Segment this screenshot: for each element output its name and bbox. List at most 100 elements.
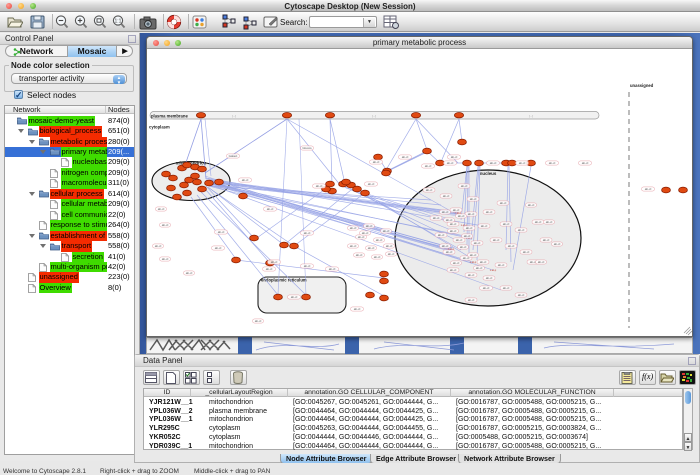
svg-text:ab-cl: ab-cl — [215, 246, 222, 250]
svg-text:ab-cl: ab-cl — [433, 216, 440, 220]
svg-text:ab-cl: ab-cl — [271, 260, 278, 264]
svg-text:ab-cl: ab-cl — [503, 222, 510, 226]
svg-text:ab-cl: ab-cl — [162, 257, 169, 261]
svg-text:ab-cl: ab-cl — [162, 223, 169, 227]
svg-text:ab-cl: ab-cl — [402, 155, 409, 159]
svg-text:ab-cl: ab-cl — [461, 184, 468, 188]
svg-text:ab-cl: ab-cl — [480, 260, 487, 264]
svg-text:ab-cl: ab-cl — [329, 267, 336, 271]
svg-text:ab-cl: ab-cl — [468, 298, 475, 302]
svg-text:ab-cl: ab-cl — [158, 207, 165, 211]
svg-text:ab-cl: ab-cl — [523, 250, 530, 254]
svg-text:ab-cl: ab-cl — [519, 161, 526, 165]
svg-text:ab-cl: ab-cl — [267, 207, 274, 211]
svg-text:ab-cl: ab-cl — [266, 267, 273, 271]
svg-text:ab-cl: ab-cl — [554, 242, 561, 246]
svg-text:unassigned: unassigned — [630, 83, 654, 88]
svg-text:ab-cl: ab-cl — [468, 212, 475, 216]
svg-text:[...]: [...] — [232, 114, 236, 118]
svg-text:ab-cl: ab-cl — [470, 253, 477, 257]
svg-text:ab-cl: ab-cl — [543, 238, 550, 242]
svg-text:ab-cl: ab-cl — [155, 244, 162, 248]
svg-text:ab-cl: ab-cl — [503, 286, 510, 290]
svg-text:ab-cl: ab-cl — [456, 238, 463, 242]
svg-text:ab-cl: ab-cl — [549, 161, 556, 165]
svg-text:ab-cl: ab-cl — [486, 276, 493, 280]
svg-text:ab-cl: ab-cl — [458, 214, 465, 218]
svg-text:ab-cl: ab-cl — [368, 246, 375, 250]
svg-text:plasma membrane: plasma membrane — [151, 114, 188, 119]
svg-text:ab-cl: ab-cl — [442, 210, 449, 214]
svg-text:ab-cl: ab-cl — [486, 210, 493, 214]
svg-text:ab-cl: ab-cl — [466, 226, 473, 230]
svg-text:ab-cl: ab-cl — [498, 263, 505, 267]
svg-text:ab-cl: ab-cl — [450, 229, 457, 233]
svg-text:Glucos: Glucos — [302, 146, 312, 150]
svg-text:ab-cl: ab-cl — [493, 238, 500, 242]
svg-text:ab-cl: ab-cl — [453, 208, 460, 212]
svg-text:ab-cl: ab-cl — [358, 235, 365, 239]
svg-text:ab-cl: ab-cl — [350, 244, 357, 248]
svg-text:ab-cl: ab-cl — [518, 293, 525, 297]
svg-text:ab-cl: ab-cl — [242, 178, 249, 182]
svg-text:Galact: Galact — [229, 154, 238, 158]
svg-text:x-al-p: x-al-p — [470, 260, 477, 264]
svg-text:ab-cl: ab-cl — [218, 230, 225, 234]
svg-text:ab-cl: ab-cl — [535, 220, 542, 224]
svg-text:ab-cl: ab-cl — [500, 201, 507, 205]
svg-text:ab-cl: ab-cl — [481, 224, 488, 228]
svg-text:ab-cl: ab-cl — [447, 161, 454, 165]
svg-text:ab-cl: ab-cl — [453, 261, 460, 265]
svg-text:ab-cl: ab-cl — [460, 245, 467, 249]
svg-text:ab-cl: ab-cl — [508, 244, 515, 248]
svg-text:ab-cl: ab-cl — [451, 155, 458, 159]
svg-text:ab-cl: ab-cl — [356, 253, 363, 257]
svg-text:ab-cl: ab-cl — [376, 238, 383, 242]
svg-text:ab-cl: ab-cl — [374, 255, 381, 259]
svg-text:ab-cl: ab-cl — [450, 268, 457, 272]
svg-text:ab-cl: ab-cl — [316, 184, 323, 188]
svg-text:ab-cl: ab-cl — [426, 188, 433, 192]
svg-text:x-al-p: x-al-p — [490, 268, 497, 272]
svg-text:endoplasmic reticulum: endoplasmic reticulum — [261, 278, 307, 283]
svg-text:nucleus: nucleus — [480, 171, 497, 176]
svg-text:ab-cl: ab-cl — [582, 161, 589, 165]
svg-text:ab-cl: ab-cl — [386, 244, 393, 248]
svg-text:ab-cl: ab-cl — [470, 197, 477, 201]
svg-text:ab-cl: ab-cl — [546, 220, 553, 224]
svg-text:[...]: [...] — [372, 114, 376, 118]
svg-text:ab-cl: ab-cl — [388, 252, 395, 256]
svg-text:ab-cl: ab-cl — [291, 295, 298, 299]
svg-text:ab-cl: ab-cl — [446, 250, 453, 254]
svg-text:ab-cl: ab-cl — [186, 271, 193, 275]
svg-text:ab-cl: ab-cl — [366, 224, 373, 228]
svg-text:ab-cl: ab-cl — [450, 222, 457, 226]
svg-text:ab-cl: ab-cl — [483, 286, 490, 290]
svg-text:ab-cl: ab-cl — [304, 231, 311, 235]
svg-text:ab-cl: ab-cl — [464, 234, 471, 238]
svg-text:[...]: [...] — [529, 114, 533, 118]
svg-text:ab-cl: ab-cl — [468, 273, 475, 277]
svg-text:ab-cl: ab-cl — [373, 160, 380, 164]
svg-text:ab-cl: ab-cl — [490, 161, 497, 165]
svg-text:ab-cl: ab-cl — [538, 260, 545, 264]
svg-text:ab-cl: ab-cl — [645, 187, 652, 191]
svg-text:ab-cl: ab-cl — [438, 233, 445, 237]
svg-text:ab-cl: ab-cl — [368, 182, 375, 186]
svg-text:ab-cl: ab-cl — [350, 226, 357, 230]
svg-text:ab-cl: ab-cl — [474, 241, 481, 245]
svg-text:1:1: 1:1 — [115, 19, 122, 25]
svg-text:ab-cl: ab-cl — [425, 164, 432, 168]
svg-text:ab-cl: ab-cl — [443, 194, 450, 198]
svg-text:cytoplasm: cytoplasm — [149, 125, 170, 130]
svg-text:ab-cl: ab-cl — [354, 307, 361, 311]
svg-text:ab-cl: ab-cl — [304, 264, 311, 268]
svg-text:ab-cl: ab-cl — [476, 266, 483, 270]
svg-text:ab-cl: ab-cl — [255, 319, 262, 323]
svg-text:ab-cl: ab-cl — [528, 203, 535, 207]
svg-text:ab-cl: ab-cl — [446, 218, 453, 222]
svg-text:ab-cl: ab-cl — [518, 228, 525, 232]
svg-text:ab-cl: ab-cl — [362, 231, 369, 235]
svg-text:ab-cl: ab-cl — [442, 244, 449, 248]
svg-text:ab-cl: ab-cl — [383, 229, 390, 233]
